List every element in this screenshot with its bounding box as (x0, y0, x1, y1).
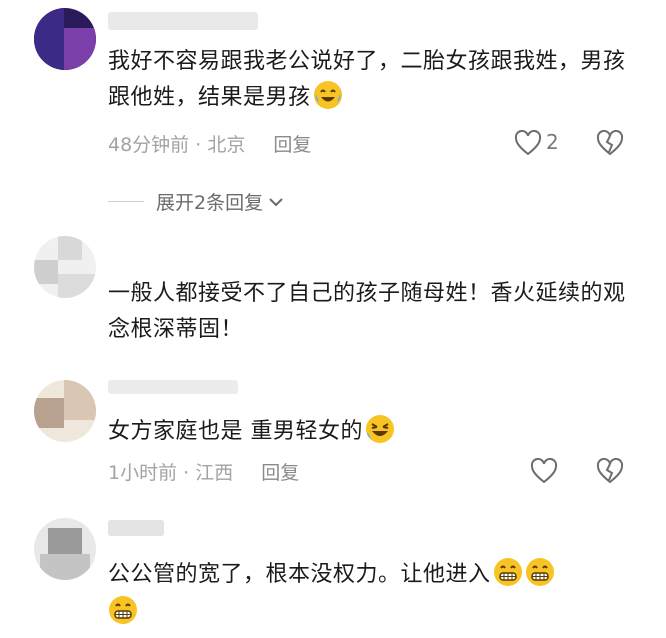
comment-meta: 1小时前 · 江西 回复 (108, 462, 300, 484)
comment-text: 公公管的宽了，根本没权力。让他进入 (108, 556, 628, 632)
grinning-emoji-icon (525, 558, 554, 586)
avatar[interactable] (34, 380, 96, 442)
username-blurred[interactable] (108, 380, 238, 394)
like-heart-icon[interactable] (514, 130, 542, 156)
grinning-emoji-icon (493, 558, 522, 586)
avatar[interactable] (34, 8, 96, 70)
reply-button[interactable]: 回复 (261, 462, 299, 484)
dislike-broken-heart-icon[interactable] (596, 458, 624, 484)
dislike-broken-heart-icon[interactable] (596, 130, 624, 156)
avatar[interactable] (34, 518, 96, 580)
like-count: 2 (546, 130, 559, 154)
avatar[interactable] (34, 236, 96, 298)
chevron-down-icon (269, 197, 283, 206)
comment-location: 江西 (195, 462, 234, 484)
username-blurred[interactable] (108, 12, 258, 30)
comment-text: 一般人都接受不了自己的孩子随母姓！香火延续的观念根深蒂固！ (108, 281, 626, 342)
comment-time: 48分钟前 (108, 134, 190, 156)
comment-location: 北京 (207, 134, 246, 156)
rofl-emoji-icon (366, 415, 394, 443)
username-blurred[interactable] (108, 520, 164, 536)
expand-replies-label: 展开2条回复 (156, 192, 264, 214)
crying-laughing-emoji-icon (313, 81, 342, 109)
like-heart-icon[interactable] (530, 458, 558, 484)
reply-button[interactable]: 回复 (273, 134, 311, 156)
expand-replies-button[interactable]: 展开2条回复 (108, 188, 285, 215)
comment-time: 1小时前 (108, 462, 178, 484)
grinning-emoji-icon (109, 596, 137, 624)
divider (108, 201, 144, 202)
comment-meta: 48分钟前 · 北京 回复 (108, 134, 312, 156)
comment-text: 女方家庭也是 重男轻女的 (108, 414, 628, 450)
comment-text: 我好不容易跟我老公说好了，二胎女孩跟我姓，男孩跟他姓，结果是男孩 (108, 49, 626, 110)
